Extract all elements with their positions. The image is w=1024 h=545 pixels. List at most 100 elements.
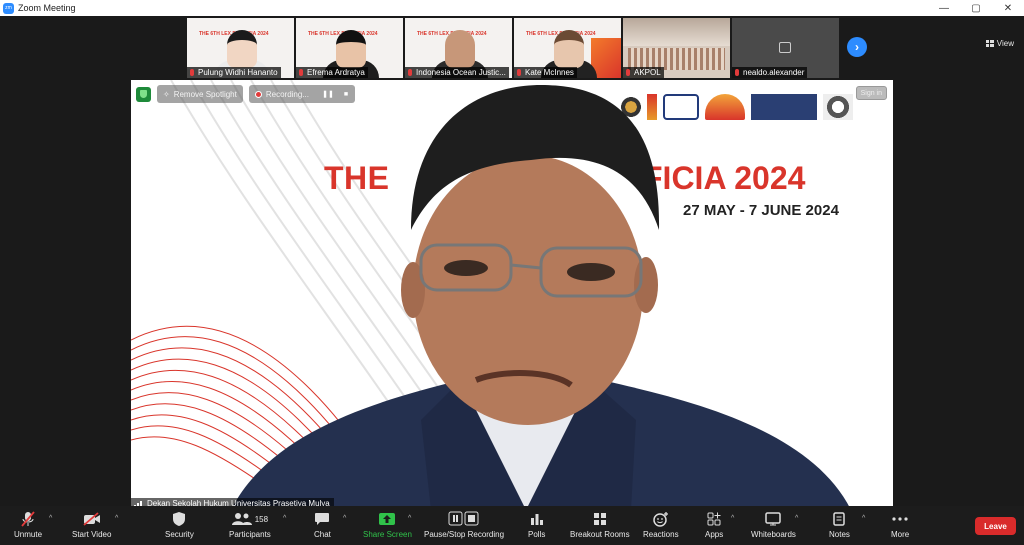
participant-head (227, 30, 257, 68)
encryption-shield-icon[interactable] (136, 86, 151, 102)
participant-head (554, 30, 584, 68)
share-screen-label: Share Screen (363, 530, 412, 539)
maximize-button[interactable]: ▢ (960, 0, 992, 16)
participant-thumbnail[interactable]: THE 6TH LEX PROFICIA 2024 Efrema Ardraty… (296, 18, 403, 78)
remove-spotlight-label: Remove Spotlight (173, 89, 237, 99)
participant-strip: THE 6TH LEX PROFICIA 2024 Pulung Widhi H… (187, 18, 839, 78)
participant-count: 158 (254, 514, 269, 524)
chat-icon (314, 511, 330, 527)
share-screen-button[interactable]: Share Screen (363, 511, 412, 539)
recording-label: Recording... (265, 89, 309, 99)
recording-indicator: Recording... ❚❚ ■ (248, 85, 355, 103)
audio-options-caret[interactable]: ^ (49, 515, 52, 522)
stop-recording-button[interactable]: ■ (339, 87, 353, 101)
unmute-label: Unmute (14, 530, 43, 539)
zoom-logo-icon: zm (3, 2, 14, 14)
more-icon (892, 511, 908, 527)
reactions-label: Reactions (643, 530, 679, 539)
video-off-avatar-icon (779, 42, 791, 53)
window-controls: — ▢ ✕ (928, 0, 1024, 16)
apps-label: Apps (705, 530, 724, 539)
recording-dot-icon (254, 90, 262, 98)
share-options-caret[interactable]: ^ (408, 515, 411, 522)
apps-button[interactable]: Apps (705, 511, 723, 539)
people-icon: 158 (231, 511, 269, 527)
participant-thumbnail[interactable]: nealdo.alexander (732, 18, 839, 78)
mic-muted-icon (408, 69, 412, 76)
unmute-button[interactable]: Unmute (14, 511, 42, 539)
chat-button[interactable]: Chat (314, 511, 331, 539)
apps-icon (706, 511, 722, 527)
whiteboards-options-caret[interactable]: ^ (795, 515, 798, 522)
whiteboard-icon (765, 511, 782, 527)
window-title: Zoom Meeting (18, 3, 76, 13)
notes-button[interactable]: Notes (829, 511, 850, 539)
chat-label: Chat (314, 530, 331, 539)
recording-controls-icon (448, 511, 480, 527)
more-label: More (891, 530, 910, 539)
share-screen-icon (378, 511, 396, 527)
mic-muted-icon (735, 69, 739, 76)
mic-muted-icon (299, 69, 303, 76)
view-button[interactable]: View (985, 39, 1014, 48)
view-button-label: View (996, 39, 1014, 48)
start-video-label: Start Video (72, 530, 112, 539)
remove-spotlight-button[interactable]: ✧ Remove Spotlight (157, 85, 243, 103)
participant-thumbnail[interactable]: THE 6TH LEX PROFICIA 2024 Indonesia Ocea… (405, 18, 512, 78)
mic-muted-icon (626, 69, 630, 76)
participants-button[interactable]: 158 Participants (229, 511, 271, 539)
participant-name-tag: AKPOL (623, 67, 664, 78)
participant-name-tag: Efrema Ardratya (296, 67, 368, 78)
participant-name-tag: Pulung Widhi Hananto (187, 67, 281, 78)
camera-off-icon (83, 511, 101, 527)
auditorium-ceiling (623, 18, 730, 46)
polls-icon (530, 511, 544, 527)
participant-name-tag: nealdo.alexander (732, 67, 808, 78)
participant-thumbnail[interactable]: THE 6TH LEX PROFICIA 2024 Pulung Widhi H… (187, 18, 294, 78)
microphone-muted-icon (21, 511, 35, 527)
start-video-button[interactable]: Start Video (72, 511, 111, 539)
whiteboards-button[interactable]: Whiteboards (751, 511, 796, 539)
video-options-caret[interactable]: ^ (115, 515, 118, 522)
notes-options-caret[interactable]: ^ (862, 515, 865, 522)
window-titlebar: zm Zoom Meeting — ▢ ✕ (0, 0, 1024, 16)
breakout-rooms-button[interactable]: Breakout Rooms (570, 511, 630, 539)
more-button[interactable]: More (891, 511, 909, 539)
participant-head (445, 30, 475, 68)
polls-button[interactable]: Polls (528, 511, 545, 539)
participants-options-caret[interactable]: ^ (283, 515, 286, 522)
chat-options-caret[interactable]: ^ (343, 515, 346, 522)
participants-label: Participants (229, 530, 271, 539)
pause-stop-recording-button[interactable]: Pause/Stop Recording (424, 511, 504, 539)
video-overlay-controls: ✧ Remove Spotlight Recording... ❚❚ ■ (136, 85, 355, 103)
sign-in-button[interactable]: Sign in (855, 86, 887, 100)
close-window-button[interactable]: ✕ (992, 0, 1024, 16)
participant-name-tag: Indonesia Ocean Justic... (405, 67, 509, 78)
participant-name-tag: Kate McInnes (514, 67, 577, 78)
pause-stop-recording-label: Pause/Stop Recording (424, 530, 505, 539)
breakout-rooms-label: Breakout Rooms (570, 530, 630, 539)
participant-thumbnail[interactable]: AKPOL (623, 18, 730, 78)
security-label: Security (165, 530, 194, 539)
participant-thumbnail[interactable]: THE 6TH LEX PROFICIA 2024 Kate McInnes (514, 18, 621, 78)
leave-button[interactable]: Leave (975, 517, 1016, 535)
whiteboards-label: Whiteboards (751, 530, 796, 539)
reactions-button[interactable]: Reactions (643, 511, 679, 539)
polls-label: Polls (528, 530, 546, 539)
shield-icon (172, 511, 186, 527)
pause-recording-button[interactable]: ❚❚ (321, 87, 335, 101)
mic-muted-icon (190, 69, 194, 76)
speaker-figure (231, 85, 851, 510)
security-button[interactable]: Security (165, 511, 194, 539)
breakout-rooms-icon (593, 511, 607, 527)
minimize-button[interactable]: — (928, 0, 960, 16)
notes-icon (833, 511, 846, 527)
reactions-icon (653, 511, 669, 527)
apps-options-caret[interactable]: ^ (731, 515, 734, 522)
spotlight-video[interactable]: THE FICIA 2024 27 MAY - 7 JUNE 2024 ✧ Re… (131, 80, 893, 510)
spotlight-icon: ✧ (163, 89, 170, 99)
notes-label: Notes (829, 530, 850, 539)
next-page-button[interactable]: › (847, 37, 867, 57)
participant-head (336, 30, 366, 68)
mic-muted-icon (517, 69, 521, 76)
